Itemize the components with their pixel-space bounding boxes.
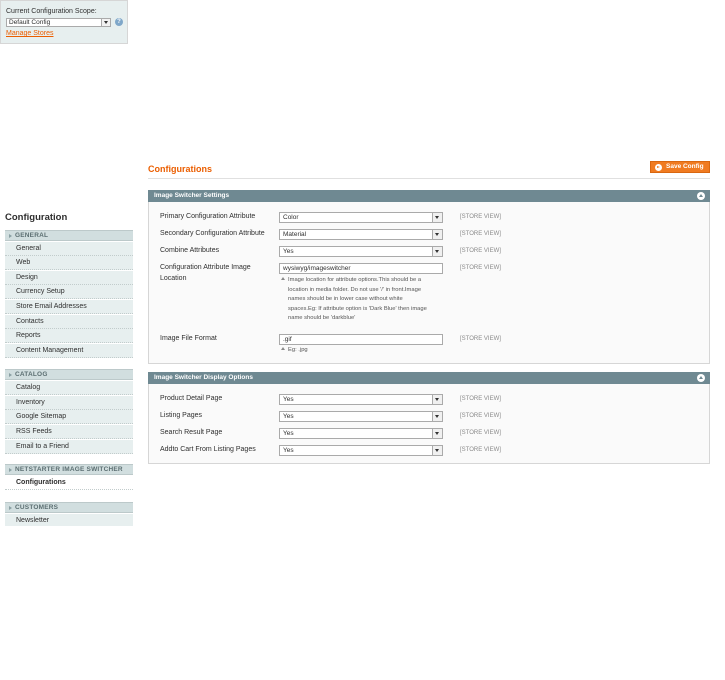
addto-cart-listing-select[interactable]: Yes xyxy=(279,445,443,456)
collapse-icon[interactable] xyxy=(697,374,705,382)
collapse-icon[interactable] xyxy=(697,192,705,200)
chevron-down-icon xyxy=(432,446,442,455)
sidebar-item-design[interactable]: Design xyxy=(5,271,133,285)
field-label: Secondary Configuration Attribute xyxy=(160,230,265,237)
sidebar-item-newsletter[interactable]: Newsletter xyxy=(5,514,133,526)
field-label: Listing Pages xyxy=(160,412,203,419)
note-line: location in media folder. Do not use '/'… xyxy=(288,286,422,293)
section-title: Image Switcher Display Options xyxy=(154,374,253,381)
secondary-attribute-select[interactable]: Material xyxy=(279,229,443,240)
chevron-down-icon xyxy=(432,412,442,421)
select-value: Yes xyxy=(283,413,294,420)
sidebar-section-netstarter-image-switcher[interactable]: NETSTARTER IMAGE SWITCHER xyxy=(5,464,133,475)
note-line: Image location for attribute options.Thi… xyxy=(288,277,422,283)
select-value: Color xyxy=(283,214,299,221)
sidebar-item-catalog[interactable]: Catalog xyxy=(5,381,133,395)
sidebar-item-content-management[interactable]: Content Management xyxy=(5,344,133,358)
field-note: Image location for attribute options.Thi… xyxy=(281,276,427,324)
sidebar-item-email-to-a-friend[interactable]: Email to a Friend xyxy=(5,440,133,454)
sidebar-section-catalog[interactable]: CATALOG xyxy=(5,369,133,380)
manage-stores-link[interactable]: Manage Stores xyxy=(6,30,53,37)
sidebar-item-store-email-addresses[interactable]: Store Email Addresses xyxy=(5,300,133,314)
note-arrow-icon xyxy=(281,347,285,350)
field-label: Combine Attributes xyxy=(160,247,220,254)
scope-tag: [STORE VIEW] xyxy=(460,248,501,254)
field-label: Configuration Attribute Image xyxy=(160,264,251,271)
scope-tag: [STORE VIEW] xyxy=(460,265,501,271)
sidebar-title: Configuration xyxy=(5,212,68,223)
sidebar-item-currency-setup[interactable]: Currency Setup xyxy=(5,285,133,299)
section-title: Image Switcher Settings xyxy=(154,192,230,199)
select-value: Yes xyxy=(283,248,294,255)
select-value: Yes xyxy=(283,396,294,403)
save-config-label: Save Config xyxy=(666,163,704,170)
sidebar-item-web[interactable]: Web xyxy=(5,256,133,270)
product-detail-page-select[interactable]: Yes xyxy=(279,394,443,405)
field-note: Eg: .jpg xyxy=(281,346,308,356)
select-value: Yes xyxy=(283,447,294,454)
title-divider xyxy=(148,178,710,179)
page-title: Configurations xyxy=(148,164,212,174)
chevron-down-icon xyxy=(432,230,442,239)
image-file-format-input[interactable]: .gif xyxy=(279,334,443,345)
note-line: names should be in lower case without wh… xyxy=(288,296,403,302)
sidebar-item-rss-feeds[interactable]: RSS Feeds xyxy=(5,425,133,439)
primary-attribute-select[interactable]: Color xyxy=(279,212,443,223)
note-line: spaces.Eg: If attribute option is 'Dark … xyxy=(288,305,427,312)
image-location-input[interactable]: wysiwyg/imageswitcher xyxy=(279,263,443,274)
note-line: name should be 'darkblue' xyxy=(288,315,356,321)
sidebar-item-inventory[interactable]: Inventory xyxy=(5,396,133,410)
config-scope-panel: Current Configuration Scope: Default Con… xyxy=(0,0,128,44)
section-header-image-switcher-settings[interactable]: Image Switcher Settings xyxy=(148,190,710,202)
sidebar-item-configurations[interactable]: Configurations xyxy=(5,476,133,490)
save-icon xyxy=(655,164,662,171)
chevron-down-icon xyxy=(101,19,110,26)
scope-tag: [STORE VIEW] xyxy=(460,214,501,220)
scope-select[interactable]: Default Config xyxy=(6,18,111,27)
sidebar-section-general[interactable]: GENERAL xyxy=(5,230,133,241)
scope-tag: [STORE VIEW] xyxy=(460,336,501,342)
input-value: .gif xyxy=(283,336,292,343)
sidebar-item-general[interactable]: General xyxy=(5,242,133,256)
scope-tag: [STORE VIEW] xyxy=(460,430,501,436)
combine-attributes-select[interactable]: Yes xyxy=(279,246,443,257)
field-label: Primary Configuration Attribute xyxy=(160,213,256,220)
sidebar-item-contacts[interactable]: Contacts xyxy=(5,315,133,329)
note-arrow-icon xyxy=(281,277,285,280)
sidebar-item-reports[interactable]: Reports xyxy=(5,329,133,343)
field-label: Image File Format xyxy=(160,335,217,342)
save-config-button[interactable]: Save Config xyxy=(650,161,710,173)
section-header-display-options[interactable]: Image Switcher Display Options xyxy=(148,372,710,384)
scope-select-value: Default Config xyxy=(9,19,51,26)
help-icon[interactable]: ? xyxy=(115,18,123,26)
select-value: Yes xyxy=(283,430,294,437)
scope-label: Current Configuration Scope: xyxy=(6,8,97,15)
chevron-down-icon xyxy=(432,429,442,438)
scope-tag: [STORE VIEW] xyxy=(460,413,501,419)
scope-tag: [STORE VIEW] xyxy=(460,447,501,453)
select-value: Material xyxy=(283,231,307,238)
scope-tag: [STORE VIEW] xyxy=(460,396,501,402)
chevron-down-icon xyxy=(432,247,442,256)
search-result-page-select[interactable]: Yes xyxy=(279,428,443,439)
field-label-continued: Location xyxy=(160,275,187,282)
field-label: Product Detail Page xyxy=(160,395,223,402)
sidebar-section-customers[interactable]: CUSTOMERS xyxy=(5,502,133,513)
field-label: Addto Cart From Listing Pages xyxy=(160,446,256,453)
chevron-down-icon xyxy=(432,395,442,404)
note-line: Eg: .jpg xyxy=(288,347,308,353)
field-label: Search Result Page xyxy=(160,429,223,436)
input-value: wysiwyg/imageswitcher xyxy=(283,265,351,272)
chevron-down-icon xyxy=(432,213,442,222)
listing-pages-select[interactable]: Yes xyxy=(279,411,443,422)
scope-tag: [STORE VIEW] xyxy=(460,231,501,237)
sidebar-item-google-sitemap[interactable]: Google Sitemap xyxy=(5,410,133,424)
